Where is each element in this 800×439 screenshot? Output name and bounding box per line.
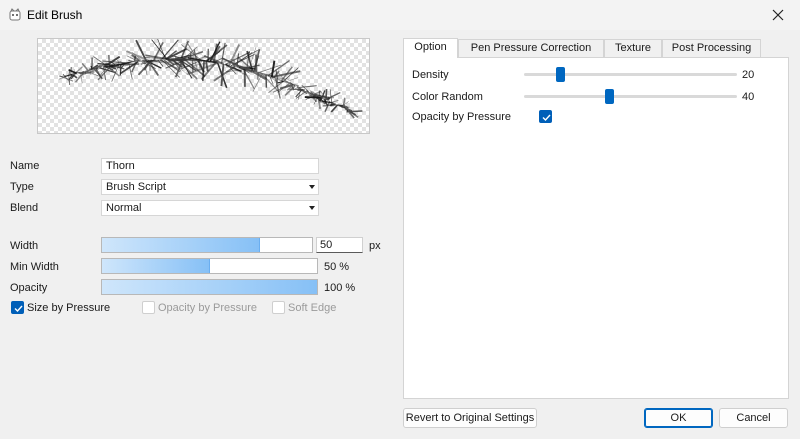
thorn-spike — [89, 67, 98, 70]
opacity-bar[interactable] — [101, 279, 318, 295]
tab-post-processing[interactable]: Post Processing — [662, 39, 761, 57]
tab-texture[interactable]: Texture — [604, 39, 662, 57]
thorn-spike — [346, 109, 349, 113]
name-label: Name — [10, 160, 40, 172]
width-bar-fill — [102, 238, 260, 252]
density-slider-thumb[interactable] — [556, 67, 566, 82]
color-random-slider[interactable] — [524, 95, 737, 98]
thorn-spike — [322, 104, 338, 107]
size-by-pressure-label: Size by Pressure — [27, 302, 111, 314]
window-title: Edit Brush — [27, 8, 83, 22]
ok-button[interactable]: OK — [644, 408, 713, 428]
thorn-spike — [59, 75, 64, 78]
thorn-spike — [213, 65, 236, 82]
opacity-by-pressure-label: Opacity by Pressure — [158, 302, 258, 314]
brush-preview — [37, 38, 370, 134]
thorn-spike — [97, 62, 114, 66]
width-unit: px — [369, 240, 381, 252]
width-bar[interactable] — [101, 237, 313, 253]
opacity-value: 100 % — [324, 282, 356, 294]
opacity-bar-fill — [102, 280, 317, 294]
chevron-down-icon — [309, 185, 315, 189]
soft-edge-label: Soft Edge — [288, 302, 337, 314]
thorn-spike — [81, 62, 89, 72]
revert-button[interactable]: Revert to Original Settings — [403, 408, 537, 428]
opacity-label: Opacity — [10, 282, 48, 294]
title-bar: Edit Brush — [0, 0, 800, 30]
thorn-spike — [128, 59, 135, 63]
close-button[interactable] — [756, 0, 800, 30]
checkmark-icon — [542, 114, 551, 122]
density-value: 20 — [742, 69, 755, 81]
thorn-spike — [277, 80, 284, 84]
thorn-spike — [331, 100, 339, 103]
blend-label: Blend — [10, 202, 39, 214]
size-by-pressure-checkbox[interactable] — [11, 301, 24, 314]
tab-option[interactable]: Option — [403, 38, 458, 58]
soft-edge-checkbox[interactable] — [272, 301, 285, 314]
thorn-spike — [157, 39, 166, 60]
thorn-spike — [351, 110, 363, 113]
width-input[interactable]: 50 — [316, 237, 363, 253]
color-random-value: 40 — [742, 91, 755, 103]
opacity-by-pressure-checkbox[interactable] — [142, 301, 155, 314]
brush-stroke-preview — [59, 39, 363, 119]
thorn-spike — [220, 42, 226, 64]
min-width-bar[interactable] — [101, 258, 318, 274]
checkmark-icon — [14, 305, 23, 313]
thorn-spike — [304, 96, 323, 99]
chevron-down-icon — [309, 206, 315, 210]
thorn-spike — [256, 72, 260, 80]
tab-pen-pressure-correction[interactable]: Pen Pressure Correction — [458, 39, 604, 57]
cancel-button[interactable]: Cancel — [719, 408, 788, 428]
color-random-label: Color Random — [412, 91, 483, 103]
brush-app-icon — [8, 8, 22, 22]
option-opacity-by-pressure-checkbox[interactable] — [539, 110, 552, 123]
thorn-spike — [270, 60, 276, 78]
type-select-value: Brush Script — [106, 181, 166, 193]
option-opacity-by-pressure-label: Opacity by Pressure — [412, 111, 512, 123]
width-label: Width — [10, 240, 39, 252]
density-label: Density — [412, 69, 449, 81]
thorn-spike — [298, 85, 317, 89]
type-select[interactable]: Brush Script — [101, 179, 319, 195]
type-label: Type — [10, 181, 34, 193]
blend-select-value: Normal — [106, 202, 142, 214]
min-width-label: Min Width — [10, 261, 59, 273]
thorn-spike — [85, 69, 91, 73]
blend-select[interactable]: Normal — [101, 200, 319, 216]
min-width-bar-fill — [102, 259, 210, 273]
settings-tabs: Option Pen Pressure Correction Texture P… — [403, 38, 789, 399]
close-icon — [772, 9, 784, 21]
thorn-spike — [329, 89, 333, 103]
color-random-slider-thumb[interactable] — [605, 89, 615, 104]
min-width-value: 50 % — [324, 261, 350, 273]
option-panel: Density 20 Color Random 40 Opacity by Pr… — [403, 57, 789, 399]
thorn-spike — [327, 96, 330, 101]
thorn-spike — [102, 60, 127, 64]
name-input[interactable]: Thorn — [101, 158, 319, 174]
